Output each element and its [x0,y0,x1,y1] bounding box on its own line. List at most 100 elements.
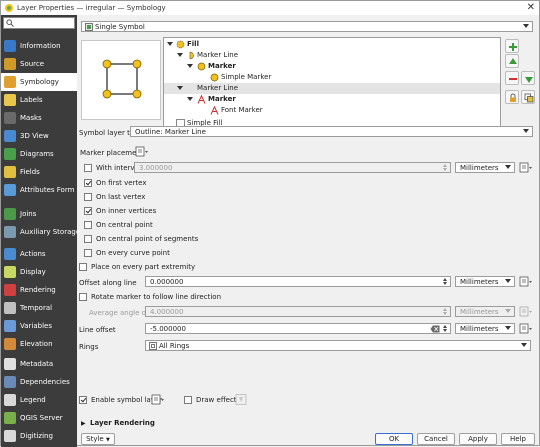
on-last-vertex-checkbox[interactable] [84,193,92,201]
lock-color-button[interactable] [505,90,519,104]
interval-data-defined-button[interactable] [519,162,533,173]
offset-along-line-field[interactable]: 0.000000 [145,276,451,287]
sidebar-item-joins[interactable]: Joins [1,205,77,223]
tree-row-simple-marker[interactable]: Simple Marker [164,72,500,83]
line-offset-unit-select[interactable]: Millimeters [455,323,515,334]
chevron-down-icon[interactable] [167,42,173,46]
data-defined-icon [519,276,532,287]
digitizing-icon [4,430,16,442]
preview-graphic [102,59,142,99]
stepper-icon[interactable] [442,324,449,333]
sidebar-item-variables[interactable]: Variables [1,317,77,335]
sidebar-item-legend[interactable]: Legend [1,391,77,409]
ok-button[interactable]: OK [375,433,413,445]
on-every-curve-point-checkbox[interactable] [84,249,92,257]
draw-effects-button[interactable] [235,394,249,405]
average-angle-data-defined-button[interactable] [519,306,533,317]
sidebar-item-auxiliary-storage[interactable]: Auxiliary Storage [1,223,80,241]
help-button[interactable]: Help [501,433,535,445]
sidebar-search-input[interactable] [3,17,75,29]
interval-unit-select[interactable]: Millimeters [455,162,515,173]
collapse-arrow-icon[interactable]: ▶ [81,420,86,427]
cancel-button[interactable]: Cancel [417,433,455,445]
remove-layer-button[interactable] [505,71,519,85]
add-layer-button[interactable] [505,39,519,53]
offset-along-line-unit-select[interactable]: Millimeters [455,276,515,287]
sidebar-item-label: Symbology [20,78,59,86]
sidebar-item-symbology[interactable]: Symbology [1,73,77,91]
on-central-point-of-segments-checkbox[interactable] [84,235,92,243]
chevron-down-icon[interactable] [187,64,193,68]
sidebar-item-source[interactable]: Source [1,55,77,73]
sidebar-item-diagrams[interactable]: Diagrams [1,145,77,163]
joins-icon [4,208,16,220]
data-defined-override-button[interactable] [135,146,149,157]
clear-icon[interactable] [430,325,440,333]
sidebar-item-digitizing[interactable]: Digitizing [1,427,77,445]
line-offset-data-defined-button[interactable] [519,323,533,334]
move-up-button[interactable] [505,54,519,68]
sidebar-item-label: Diagrams [20,150,54,158]
average-angle-unit-select[interactable]: Millimeters [455,306,515,317]
tree-row-marker[interactable]: Marker [164,61,500,72]
search-icon [6,19,14,27]
chevron-down-icon[interactable] [177,86,183,90]
rendering-icon [4,284,16,296]
on-inner-vertices-label: On inner vertices [96,207,157,215]
sidebar-item-attributes-form[interactable]: Attributes Form [1,181,77,199]
style-button-label: Style [86,435,104,443]
help-button-label: Help [510,435,526,443]
duplicate-layer-button[interactable] [521,90,535,104]
sidebar-item-labels[interactable]: Labels [1,91,77,109]
tree-row-fill[interactable]: Fill [164,39,500,50]
symbol-layer-type-select[interactable]: Outline: Marker Line [130,126,533,137]
enable-symbol-layer-checkbox[interactable] [79,396,87,404]
on-central-point-checkbox[interactable] [84,221,92,229]
sidebar-item-display[interactable]: Display [1,263,77,281]
tree-row-marker-2[interactable]: Marker [164,94,500,105]
sidebar-item-metadata[interactable]: Metadata [1,355,77,373]
tree-row-font-marker[interactable]: Font Marker [164,105,500,116]
sidebar-item-label: Display [20,268,46,276]
on-first-vertex-checkbox[interactable] [84,179,92,187]
chevron-down-icon [521,343,527,347]
chevron-down-icon[interactable] [187,97,193,101]
on-inner-vertices-checkbox[interactable] [84,207,92,215]
stepper-icon[interactable] [442,163,449,172]
apply-button[interactable]: Apply [459,433,497,445]
average-angle-field[interactable]: 4.000000 [145,306,451,317]
sidebar-item-elevation[interactable]: Elevation [1,335,77,353]
stepper-icon[interactable] [442,277,449,286]
offset-along-line-unit-value: Millimeters [460,278,499,286]
renderer-select[interactable]: Single Symbol [81,21,533,32]
layer-rendering-label[interactable]: Layer Rendering [90,419,155,427]
enable-layer-data-defined-button[interactable] [151,394,165,405]
style-button[interactable]: Style ▼ [81,433,115,445]
tree-row-marker-line[interactable]: Marker Line [164,50,500,61]
draw-effects-checkbox[interactable] [184,396,192,404]
tree-row-marker-line-selected[interactable]: Marker Line [164,83,500,94]
place-on-every-part-checkbox[interactable] [79,263,87,271]
close-window-icon[interactable]: ✕ [527,2,535,13]
sidebar-item-3d-view[interactable]: 3D View [1,127,77,145]
stepper-icon[interactable] [442,307,449,316]
offset-along-line-data-defined-button[interactable] [519,276,533,287]
sidebar-item-actions[interactable]: Actions [1,245,77,263]
sidebar-item-dependencies[interactable]: Dependencies [1,373,77,391]
sidebar-item-fields[interactable]: Fields [1,163,77,181]
sidebar-item-temporal[interactable]: Temporal [1,299,77,317]
sidebar-item-label: Labels [20,96,43,104]
symbol-layer-tree[interactable]: Fill Marker Line Marker Simple Marker Ma… [163,37,501,131]
sidebar-item-qgis-server[interactable]: QGIS Server [1,409,77,427]
chevron-down-icon[interactable] [177,53,183,57]
rotate-marker-checkbox[interactable] [79,293,87,301]
interval-field[interactable]: 3.000000 [134,162,451,173]
move-down-button[interactable] [521,71,535,85]
line-offset-field[interactable]: -5.000000 [145,323,451,334]
sidebar-item-information[interactable]: Information [1,37,77,55]
rings-label: Rings [79,343,99,351]
rings-select[interactable]: All Rings [145,340,531,351]
sidebar-item-masks[interactable]: Masks [1,109,77,127]
with-interval-checkbox[interactable] [84,164,92,172]
sidebar-item-rendering[interactable]: Rendering [1,281,77,299]
